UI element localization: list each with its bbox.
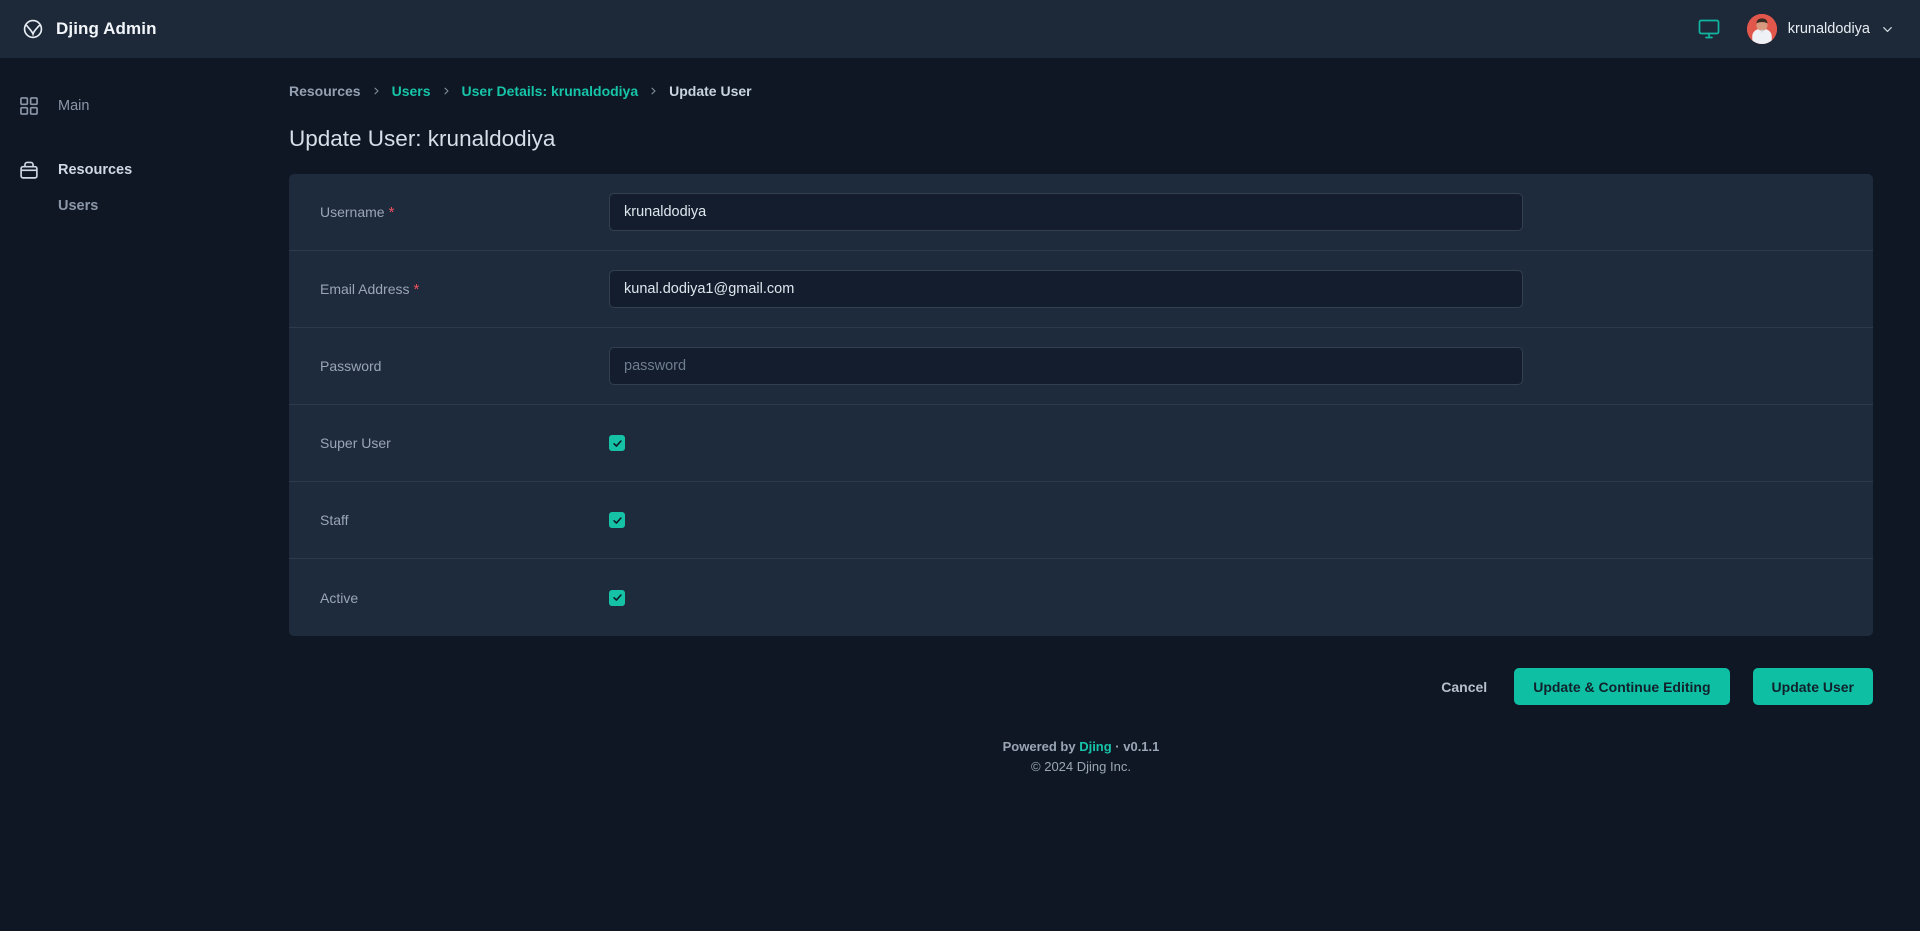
- cancel-button[interactable]: Cancel: [1437, 669, 1491, 705]
- top-header-bar: Djing Admin krunaldodiya: [0, 0, 1920, 59]
- sidebar: Main Resources Users: [0, 59, 236, 931]
- update-user-button[interactable]: Update User: [1752, 668, 1873, 705]
- footer-powered-prefix: Powered by: [1002, 739, 1080, 754]
- form-field-email: [609, 270, 1873, 308]
- required-asterisk: *: [388, 203, 395, 221]
- sidebar-item-resources-label: Resources: [58, 162, 133, 178]
- footer-djing-link[interactable]: Djing: [1079, 739, 1112, 754]
- required-asterisk: *: [413, 280, 420, 298]
- grid-squares-icon: [18, 95, 40, 117]
- globe-circle-icon: [22, 18, 44, 40]
- main-content: Resources Users User Details: krunaldodi…: [236, 59, 1920, 931]
- form-row-super-user: Super User: [289, 405, 1873, 482]
- form-label-staff: Staff: [320, 512, 609, 528]
- sidebar-item-resources[interactable]: Resources: [0, 151, 236, 189]
- form-field-active: [609, 589, 1873, 606]
- form-field-username: [609, 193, 1873, 231]
- form-row-staff: Staff: [289, 482, 1873, 559]
- form-label-email: Email Address *: [320, 281, 609, 298]
- active-checkbox[interactable]: [609, 589, 625, 606]
- email-input[interactable]: [609, 270, 1523, 308]
- archive-box-icon: [18, 159, 40, 181]
- chevron-down-icon: [1881, 23, 1894, 36]
- sidebar-item-main-label: Main: [58, 98, 90, 114]
- breadcrumb-separator-icon: [372, 85, 381, 97]
- update-user-form-panel: Username * Email Address *: [289, 174, 1873, 636]
- header-right-group: krunaldodiya: [1697, 14, 1894, 44]
- breadcrumb-item-resources[interactable]: Resources: [289, 83, 361, 99]
- breadcrumb-item-current: Update User: [669, 83, 752, 99]
- super-user-checkbox[interactable]: [609, 435, 625, 451]
- sidebar-item-main[interactable]: Main: [0, 87, 236, 125]
- breadcrumb-separator-icon: [649, 85, 658, 97]
- form-row-active: Active: [289, 559, 1873, 636]
- footer: Powered by Djing · v0.1.1 © 2024 Djing I…: [289, 739, 1873, 775]
- breadcrumb-separator-icon: [442, 85, 451, 97]
- update-and-continue-editing-button[interactable]: Update & Continue Editing: [1514, 668, 1730, 705]
- form-field-super-user: [609, 435, 1873, 451]
- staff-checkbox[interactable]: [609, 512, 625, 528]
- form-label-super-user: Super User: [320, 435, 609, 451]
- form-row-password: Password: [289, 328, 1873, 405]
- password-input[interactable]: [609, 347, 1523, 385]
- page-title: Update User: krunaldodiya: [289, 126, 556, 151]
- form-label-staff-text: Staff: [320, 512, 349, 528]
- breadcrumb: Resources Users User Details: krunaldodi…: [289, 83, 1873, 99]
- breadcrumb-item-users[interactable]: Users: [392, 83, 431, 99]
- form-label-password: Password: [320, 358, 609, 374]
- brand[interactable]: Djing Admin: [22, 18, 157, 40]
- form-label-active-text: Active: [320, 589, 359, 606]
- footer-copyright: © 2024 Djing Inc.: [1031, 758, 1131, 774]
- form-label-active: Active: [320, 590, 609, 606]
- form-field-staff: [609, 512, 1873, 528]
- footer-version: · v0.1.1: [1111, 739, 1160, 754]
- form-label-username-text: Username: [320, 203, 385, 220]
- avatar: [1746, 14, 1777, 44]
- form-row-username: Username *: [289, 174, 1873, 251]
- sidebar-item-users[interactable]: Users: [0, 189, 236, 223]
- form-label-super-user-text: Super User: [320, 435, 391, 451]
- sidebar-item-users-label: Users: [58, 198, 99, 214]
- form-field-password: [609, 347, 1873, 385]
- form-label-username: Username *: [320, 204, 609, 221]
- user-name: krunaldodiya: [1787, 21, 1870, 37]
- form-actions: Cancel Update & Continue Editing Update …: [289, 668, 1873, 705]
- brand-title: Djing Admin: [56, 19, 157, 38]
- form-label-password-text: Password: [320, 358, 382, 374]
- desktop-monitor-icon[interactable]: [1697, 17, 1721, 41]
- form-label-email-text: Email Address: [320, 280, 410, 297]
- username-input[interactable]: [609, 193, 1523, 231]
- form-row-email: Email Address *: [289, 251, 1873, 328]
- user-menu[interactable]: krunaldodiya: [1746, 14, 1894, 44]
- footer-powered-line: Powered by Djing · v0.1.1: [289, 739, 1873, 756]
- breadcrumb-item-user-details[interactable]: User Details: krunaldodiya: [462, 83, 639, 99]
- page-body: Main Resources Users Resources Users Use…: [0, 59, 1920, 931]
